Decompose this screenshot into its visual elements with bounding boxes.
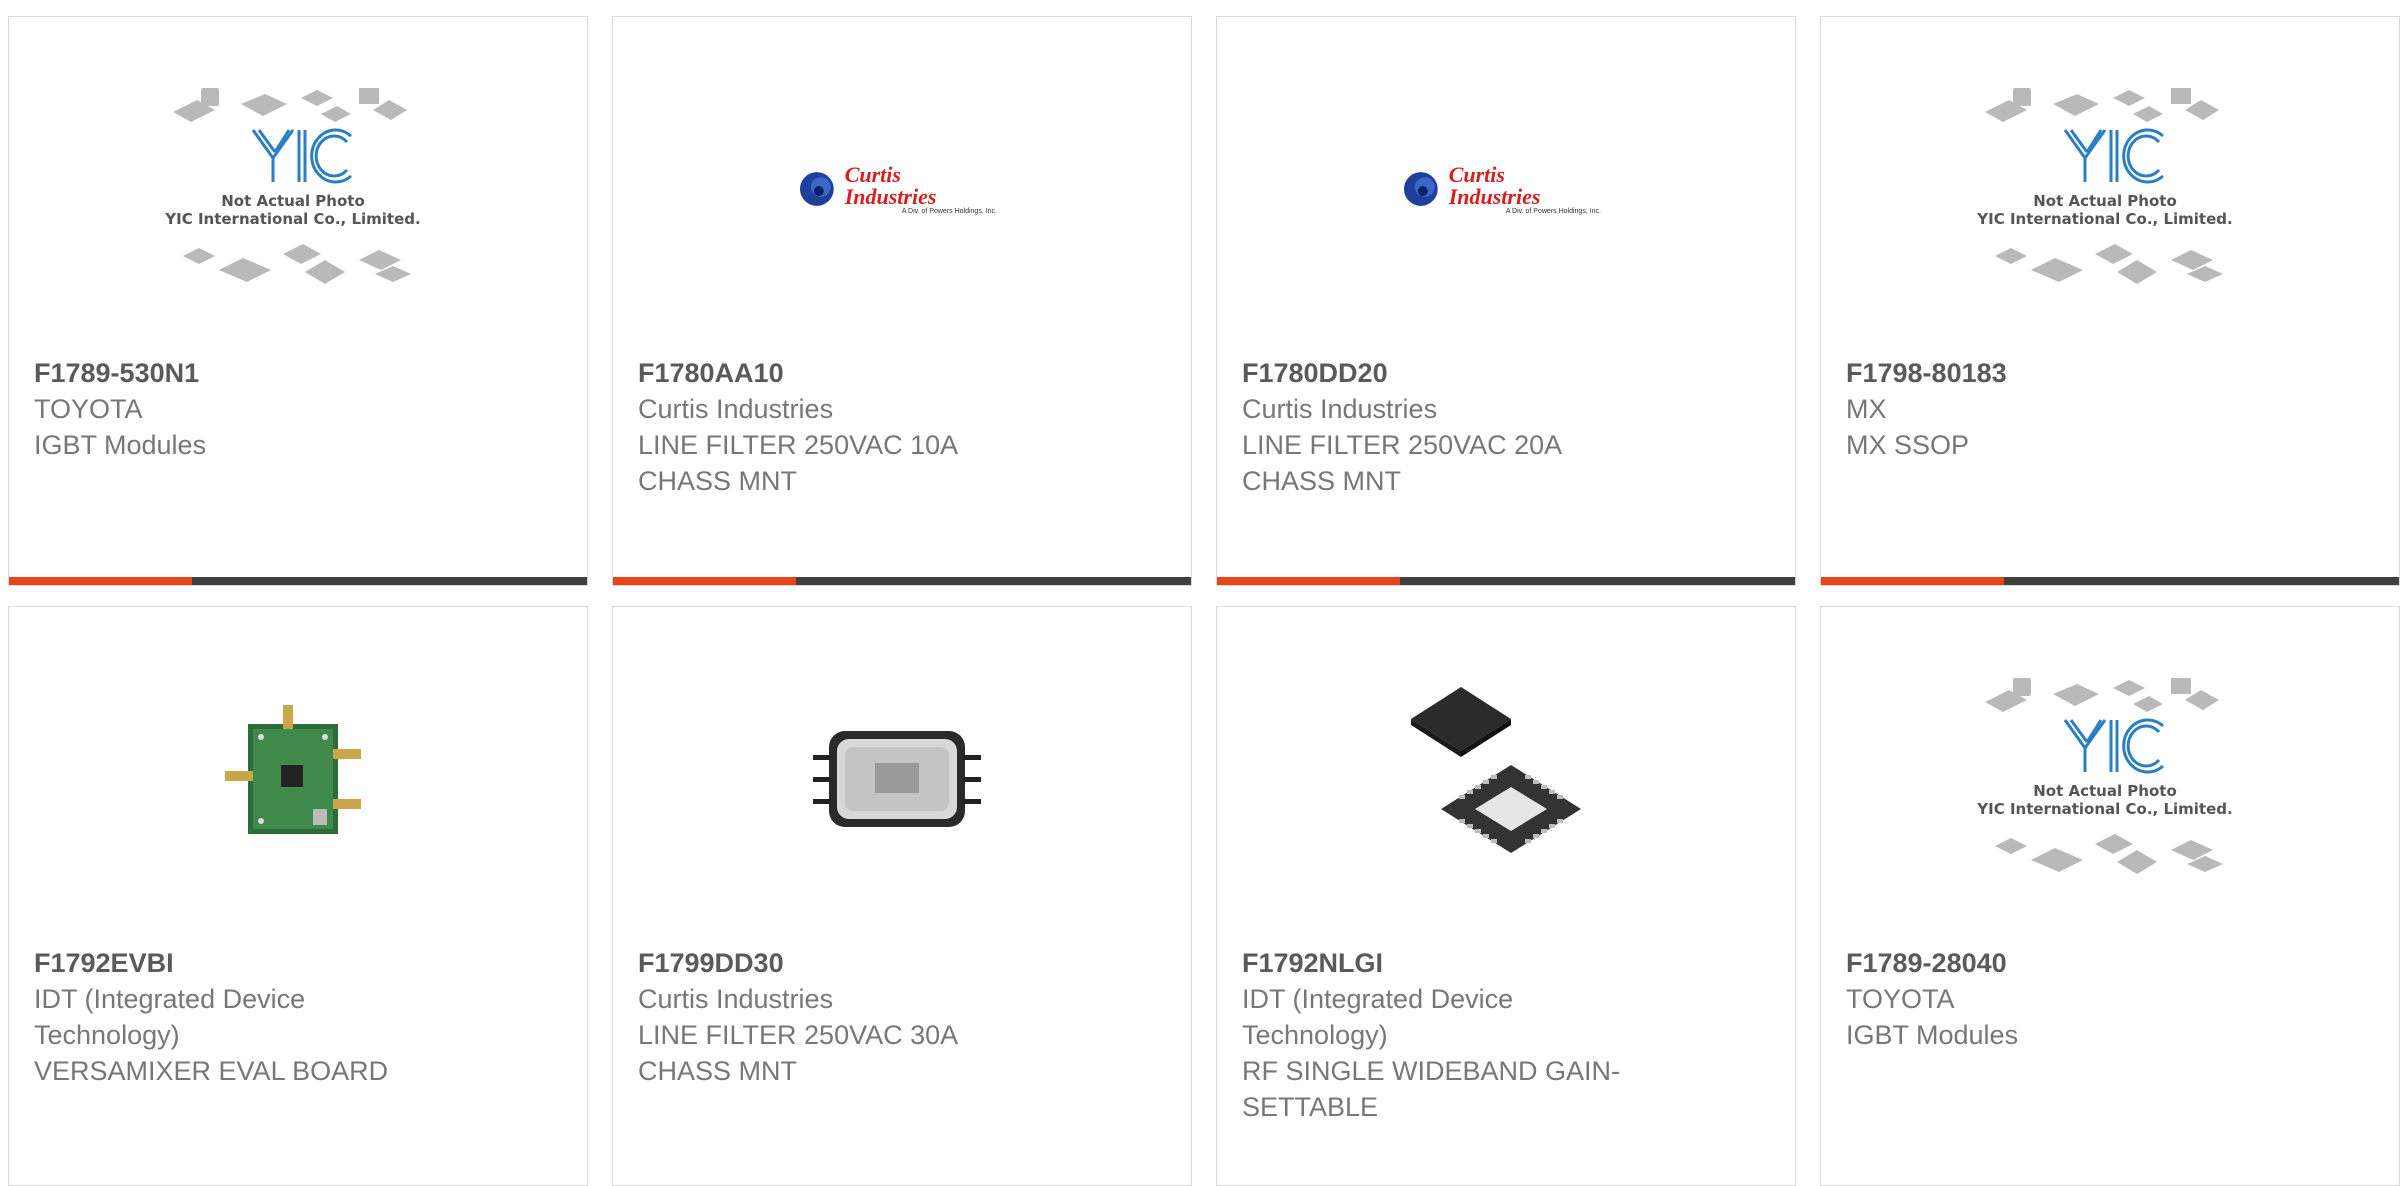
- product-image[interactable]: Curtis Industries A Div. of Powers Holdi…: [1401, 89, 1601, 289]
- manufacturer: IDT (Integrated Device Technology): [1242, 984, 1514, 1050]
- description: IGBT Modules: [1846, 1020, 2019, 1050]
- card-footer-bar: [1821, 577, 2399, 585]
- product-image[interactable]: Not Actual Photo YIC International Co., …: [1977, 88, 2233, 289]
- product-card[interactable]: Curtis Industries A Div. of Powers Holdi…: [612, 16, 1192, 586]
- part-number[interactable]: F1789-28040: [1846, 945, 2366, 981]
- curtis-logo-icon: Curtis Industries A Div. of Powers Holdi…: [1401, 161, 1601, 215]
- description: LINE FILTER 250VAC 30A CHASS MNT: [638, 1020, 957, 1086]
- yic-placeholder-icon: Not Actual Photo YIC International Co., …: [1975, 664, 2235, 894]
- product-image[interactable]: Curtis Industries A Div. of Powers Holdi…: [797, 89, 997, 289]
- description: IGBT Modules: [34, 430, 207, 460]
- product-card[interactable]: F1799DD30 Curtis Industries LINE FILTER …: [612, 606, 1192, 1186]
- manufacturer: Curtis Industries: [1242, 394, 1438, 424]
- product-card[interactable]: Not Actual Photo YIC International Co., …: [1820, 16, 2400, 586]
- product-card[interactable]: Curtis Industries A Div. of Powers Holdi…: [1216, 16, 1796, 586]
- curtis-logo-icon: Curtis Industries A Div. of Powers Holdi…: [797, 161, 997, 215]
- card-footer-bar: [613, 577, 1191, 585]
- product-image[interactable]: Not Actual Photo YIC International Co., …: [165, 88, 421, 289]
- curtis-logo-text: Curtis Industries: [1448, 161, 1541, 209]
- description: MX SSOP: [1846, 430, 1970, 460]
- yic-placeholder-icon: Not Actual Photo YIC International Co., …: [1975, 74, 2235, 304]
- product-card[interactable]: F1792EVBI IDT (Integrated Device Technol…: [8, 606, 588, 1186]
- eval-board-icon: [225, 705, 361, 834]
- part-number[interactable]: F1799DD30: [638, 945, 1158, 981]
- description: LINE FILTER 250VAC 20A CHASS MNT: [1242, 430, 1561, 496]
- product-card[interactable]: F1792NLGI IDT (Integrated Device Technol…: [1216, 606, 1796, 1186]
- description: LINE FILTER 250VAC 10A CHASS MNT: [638, 430, 957, 496]
- manufacturer: Curtis Industries: [638, 984, 834, 1014]
- placeholder-line2: YIC International Co., Limited.: [1977, 210, 2233, 228]
- part-number[interactable]: F1780DD20: [1242, 355, 1762, 391]
- placeholder-line2: YIC International Co., Limited.: [1977, 800, 2233, 818]
- yic-placeholder-icon: Not Actual Photo YIC International Co., …: [163, 74, 423, 304]
- placeholder-line1: Not Actual Photo: [2033, 192, 2177, 210]
- product-card[interactable]: Not Actual Photo YIC International Co., …: [1820, 606, 2400, 1186]
- product-image[interactable]: [797, 679, 997, 879]
- description: VERSAMIXER EVAL BOARD: [34, 1056, 389, 1086]
- part-number[interactable]: F1792EVBI: [34, 945, 554, 981]
- product-image[interactable]: Not Actual Photo YIC International Co., …: [1977, 678, 2233, 879]
- curtis-logo-tagline: A Div. of Powers Holdings, Inc.: [1505, 207, 1601, 215]
- placeholder-line1: Not Actual Photo: [2033, 782, 2177, 800]
- part-number[interactable]: F1798-80183: [1846, 355, 2366, 391]
- part-number[interactable]: F1789-530N1: [34, 355, 554, 391]
- qfn-chip-icon: [1411, 687, 1581, 853]
- manufacturer: IDT (Integrated Device Technology): [34, 984, 306, 1050]
- product-card[interactable]: Not Actual Photo YIC International Co., …: [8, 16, 588, 586]
- part-number[interactable]: F1780AA10: [638, 355, 1158, 391]
- product-image[interactable]: [193, 679, 393, 879]
- placeholder-line2: YIC International Co., Limited.: [165, 210, 421, 228]
- curtis-logo-tagline: A Div. of Powers Holdings, Inc.: [901, 207, 997, 215]
- card-footer-bar: [9, 577, 587, 585]
- manufacturer: Curtis Industries: [638, 394, 834, 424]
- manufacturer: TOYOTA: [34, 394, 143, 424]
- placeholder-line1: Not Actual Photo: [221, 192, 365, 210]
- manufacturer: TOYOTA: [1846, 984, 1955, 1014]
- card-footer-bar: [1217, 577, 1795, 585]
- line-filter-icon: [813, 731, 981, 827]
- manufacturer: MX: [1846, 394, 1887, 424]
- part-number[interactable]: F1792NLGI: [1242, 945, 1762, 981]
- description: RF SINGLE WIDEBAND GAIN-SETTABLE: [1242, 1056, 1621, 1122]
- product-image[interactable]: [1401, 679, 1601, 879]
- curtis-logo-text: Curtis Industries: [844, 161, 937, 209]
